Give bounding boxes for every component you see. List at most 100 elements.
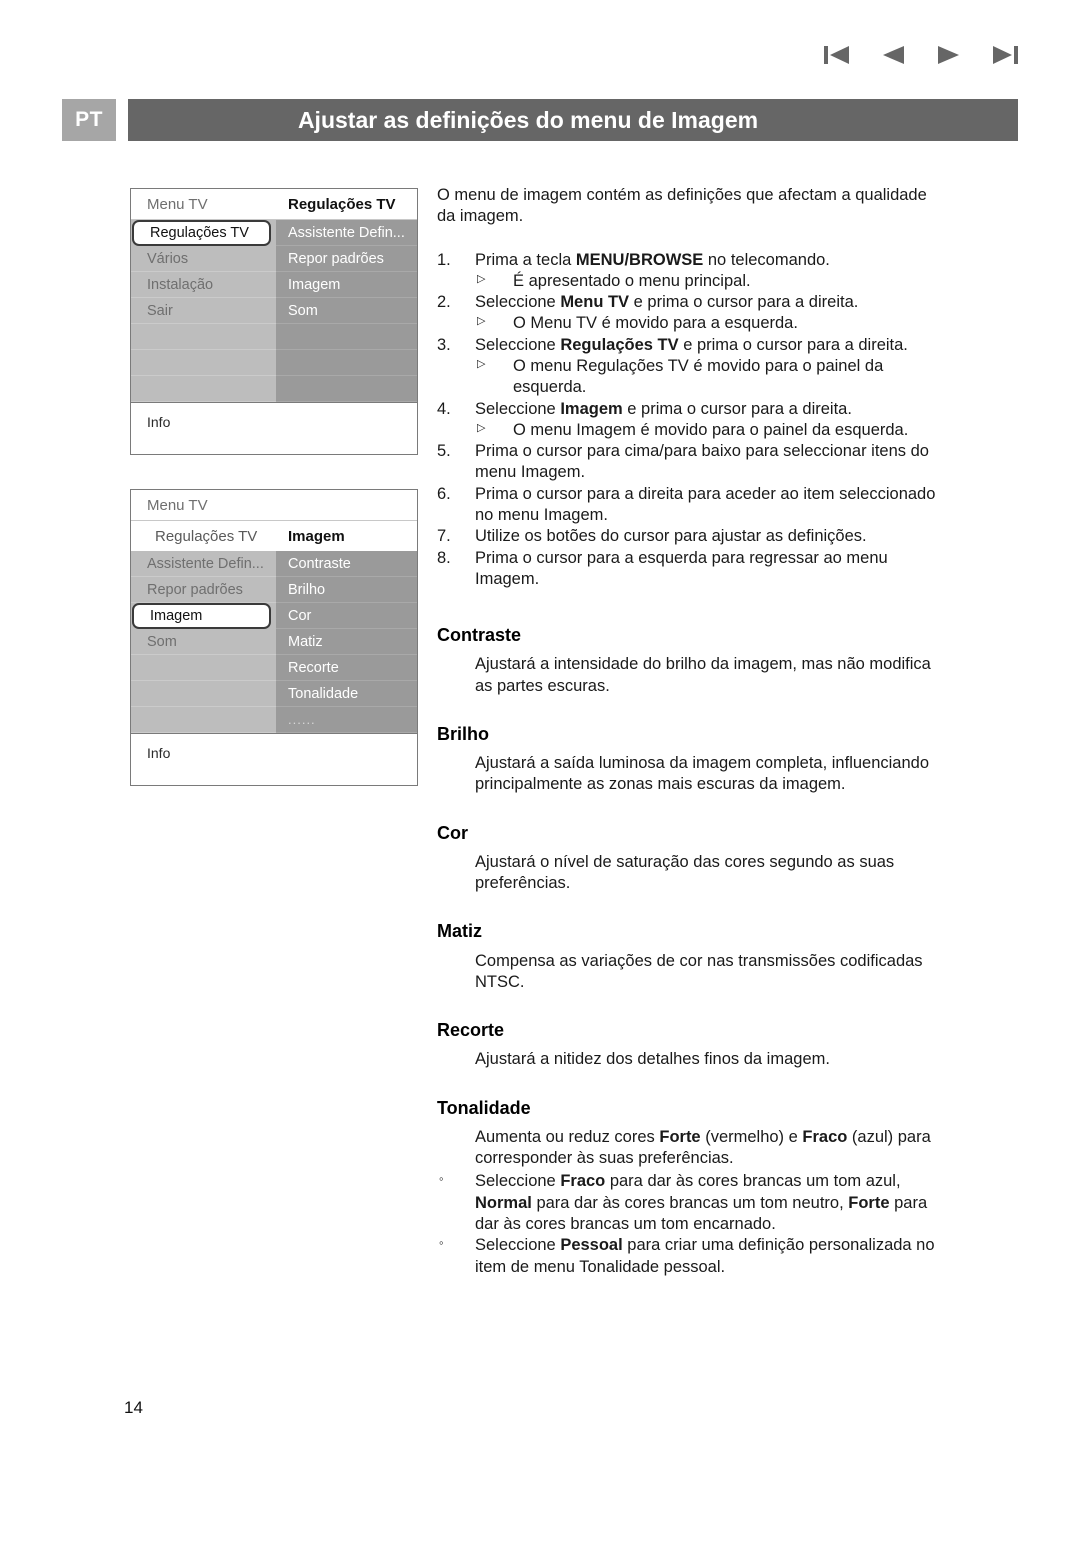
- section-heading-tonalidade: Tonalidade: [437, 1097, 531, 1118]
- step-text: Seleccione Regulações TV e prima o curso…: [475, 335, 908, 354]
- step-item: 8. Prima o cursor para a esquerda para r…: [437, 548, 949, 591]
- tv-menu-1-left-item-3[interactable]: Sair: [131, 298, 276, 324]
- section-heading-matiz: Matiz: [437, 921, 482, 942]
- section-body-matiz: Compensa as variações de cor nas transmi…: [475, 951, 923, 991]
- tv-menu-1-header: Menu TV Regulações TV: [131, 189, 417, 219]
- tv-menu-1-right-column: Assistente Defin... Repor padrões Imagem…: [276, 220, 417, 402]
- tv-menu-1-right-item-4: [276, 324, 417, 350]
- section-heading-brilho: Brilho: [437, 723, 489, 744]
- tv-menu-illustration-regulacoes: Menu TV Regulações TV Regulações TV Vári…: [130, 188, 418, 455]
- page-header: PT Ajustar as definições do menu de Imag…: [62, 99, 1018, 141]
- tv-menu-2-left-item-1[interactable]: Repor padrões: [131, 577, 276, 603]
- step-number: 4.: [437, 399, 451, 418]
- step-text: Utilize os botões do cursor para ajustar…: [475, 527, 867, 546]
- circle-bullet-icon: ◦: [439, 1235, 444, 1251]
- tv-menu-2-header-sub: Regulações TV Imagem: [131, 521, 417, 551]
- tv-menu-1-header-right: Regulações TV: [288, 195, 396, 213]
- intro-paragraph: O menu de imagem contém as definições qu…: [437, 186, 927, 226]
- page-number: 14: [124, 1398, 143, 1417]
- tv-menu-2-right-column: Contraste Brilho Cor Matiz Recorte Tonal…: [276, 551, 417, 733]
- step-number: 6.: [437, 484, 451, 503]
- numbered-steps: 1. Prima a tecla MENU/BROWSE no telecoma…: [437, 250, 949, 591]
- step-item: 2. Seleccione Menu TV e prima o cursor p…: [437, 292, 949, 335]
- last-page-icon[interactable]: [992, 44, 1018, 66]
- tonalidade-bullet-text: Seleccione Fraco para dar às cores branc…: [475, 1172, 928, 1234]
- triangle-bullet-icon: ▷: [477, 357, 486, 370]
- tv-menu-1-right-item-0[interactable]: Assistente Defin...: [276, 220, 417, 246]
- step-text: Prima o cursor para cima/para baixo para…: [475, 442, 929, 482]
- tonalidade-bullet: ◦ Seleccione Pessoal para criar uma defi…: [437, 1235, 949, 1278]
- section-body-contraste: Ajustará a intensidade do brilho da imag…: [475, 655, 931, 695]
- step-item: 3. Seleccione Regulações TV e prima o cu…: [437, 335, 949, 399]
- step-text: Seleccione Menu TV e prima o cursor para…: [475, 293, 859, 312]
- tonalidade-bullet: ◦ Seleccione Fraco para dar às cores bra…: [437, 1171, 949, 1235]
- tv-menu-2-left-item-3[interactable]: Som: [131, 629, 276, 655]
- triangle-bullet-icon: ▷: [477, 421, 486, 434]
- step-item: 4. Seleccione Imagem e prima o cursor pa…: [437, 399, 949, 442]
- first-page-icon[interactable]: [824, 44, 850, 66]
- tv-menu-1-right-item-3[interactable]: Som: [276, 298, 417, 324]
- tv-menu-2-right-item-1[interactable]: Brilho: [276, 577, 417, 603]
- tv-menu-1-left-item-0[interactable]: Regulações TV: [132, 220, 271, 246]
- step-number: 8.: [437, 548, 451, 567]
- step-item: 6. Prima o cursor para a direita para ac…: [437, 484, 949, 527]
- tv-menu-2-right-item-4[interactable]: Recorte: [276, 655, 417, 681]
- tv-menu-1-left-item-5: [131, 350, 276, 376]
- step-number: 7.: [437, 527, 451, 546]
- tv-menu-2-left-item-4: [131, 655, 276, 681]
- tv-menu-1-right-item-2[interactable]: Imagem: [276, 272, 417, 298]
- tv-menu-2-right-item-2[interactable]: Cor: [276, 603, 417, 629]
- tv-menu-1-left-column: Regulações TV Vários Instalação Sair: [131, 220, 276, 402]
- tv-menu-1-right-item-5: [276, 350, 417, 376]
- step-note-text: O menu Regulações TV é movido para o pai…: [513, 356, 884, 397]
- section-body-cor: Ajustará o nível de saturação das cores …: [475, 852, 895, 893]
- step-item: 1. Prima a tecla MENU/BROWSE no telecoma…: [437, 250, 949, 293]
- step-text: Prima a tecla MENU/BROWSE no telecomando…: [475, 250, 830, 269]
- language-tag: PT: [62, 99, 116, 141]
- previous-page-icon[interactable]: [880, 44, 906, 66]
- step-note-text: O Menu TV é movido para a esquerda.: [513, 314, 798, 333]
- section-body-tonalidade: Aumenta ou reduz cores Forte (vermelho) …: [475, 1127, 931, 1168]
- tv-menu-1-right-item-6: [276, 376, 417, 402]
- step-note-text: O menu Imagem é movido para o painel da …: [513, 420, 909, 439]
- tv-menu-2-right-item-3[interactable]: Matiz: [276, 629, 417, 655]
- tv-menu-2-right-item-0[interactable]: Contraste: [276, 551, 417, 577]
- tv-menu-1-left-item-2[interactable]: Instalação: [131, 272, 276, 298]
- circle-bullet-icon: ◦: [439, 1171, 444, 1187]
- section-body-brilho: Ajustará a saída luminosa da imagem comp…: [475, 754, 930, 794]
- step-number: 1.: [437, 250, 451, 269]
- step-item: 5. Prima o cursor para cima/para baixo p…: [437, 441, 949, 484]
- step-note: ▷ O Menu TV é movido para a esquerda.: [475, 313, 949, 334]
- tv-menu-1-info: Info: [131, 402, 417, 454]
- tv-menu-1-right-item-1[interactable]: Repor padrões: [276, 246, 417, 272]
- tv-menu-2-right-item-6: ......: [276, 707, 417, 733]
- tv-menu-2-left-item-6: [131, 707, 276, 733]
- tv-menu-1-header-left: Menu TV: [147, 195, 208, 213]
- tonalidade-bullet-text: Seleccione Pessoal para criar uma defini…: [475, 1236, 935, 1276]
- triangle-bullet-icon: ▷: [477, 272, 486, 285]
- step-item: 7. Utilize os botões do cursor para ajus…: [437, 526, 949, 547]
- step-text: Prima o cursor para a esquerda para regr…: [475, 548, 888, 588]
- step-text: Seleccione Imagem e prima o cursor para …: [475, 399, 852, 418]
- section-body-recorte: Ajustará a nitidez dos detalhes finos da…: [475, 1050, 830, 1069]
- tv-menu-2-left-item-0[interactable]: Assistente Defin...: [131, 551, 276, 577]
- tv-menu-2-left-item-5: [131, 681, 276, 707]
- step-note: ▷ O menu Imagem é movido para o painel d…: [475, 420, 949, 441]
- instructions-body: O menu de imagem contém as definições qu…: [437, 185, 949, 1278]
- page-navigation[interactable]: [824, 44, 1018, 66]
- step-number: 5.: [437, 442, 451, 461]
- tv-menu-2-header-sub-right: Imagem: [288, 527, 345, 545]
- tv-menu-2-info: Info: [131, 733, 417, 785]
- tv-menu-2-header-sub-left: Regulações TV: [155, 527, 258, 545]
- section-heading-recorte: Recorte: [437, 1020, 505, 1041]
- tv-menu-2-left-column: Assistente Defin... Repor padrões Imagem…: [131, 551, 276, 733]
- tv-menu-1-left-item-1[interactable]: Vários: [131, 246, 276, 272]
- step-note: ▷ O menu Regulações TV é movido para o p…: [475, 356, 949, 399]
- step-text: Prima o cursor para a direita para acede…: [475, 484, 936, 524]
- triangle-bullet-icon: ▷: [477, 315, 486, 328]
- tv-menu-2-right-item-5[interactable]: Tonalidade: [276, 681, 417, 707]
- tv-menu-2-left-item-2[interactable]: Imagem: [132, 603, 271, 629]
- step-number: 3.: [437, 335, 451, 354]
- next-page-icon[interactable]: [936, 44, 962, 66]
- tv-menu-2-header-top: Menu TV: [131, 490, 417, 520]
